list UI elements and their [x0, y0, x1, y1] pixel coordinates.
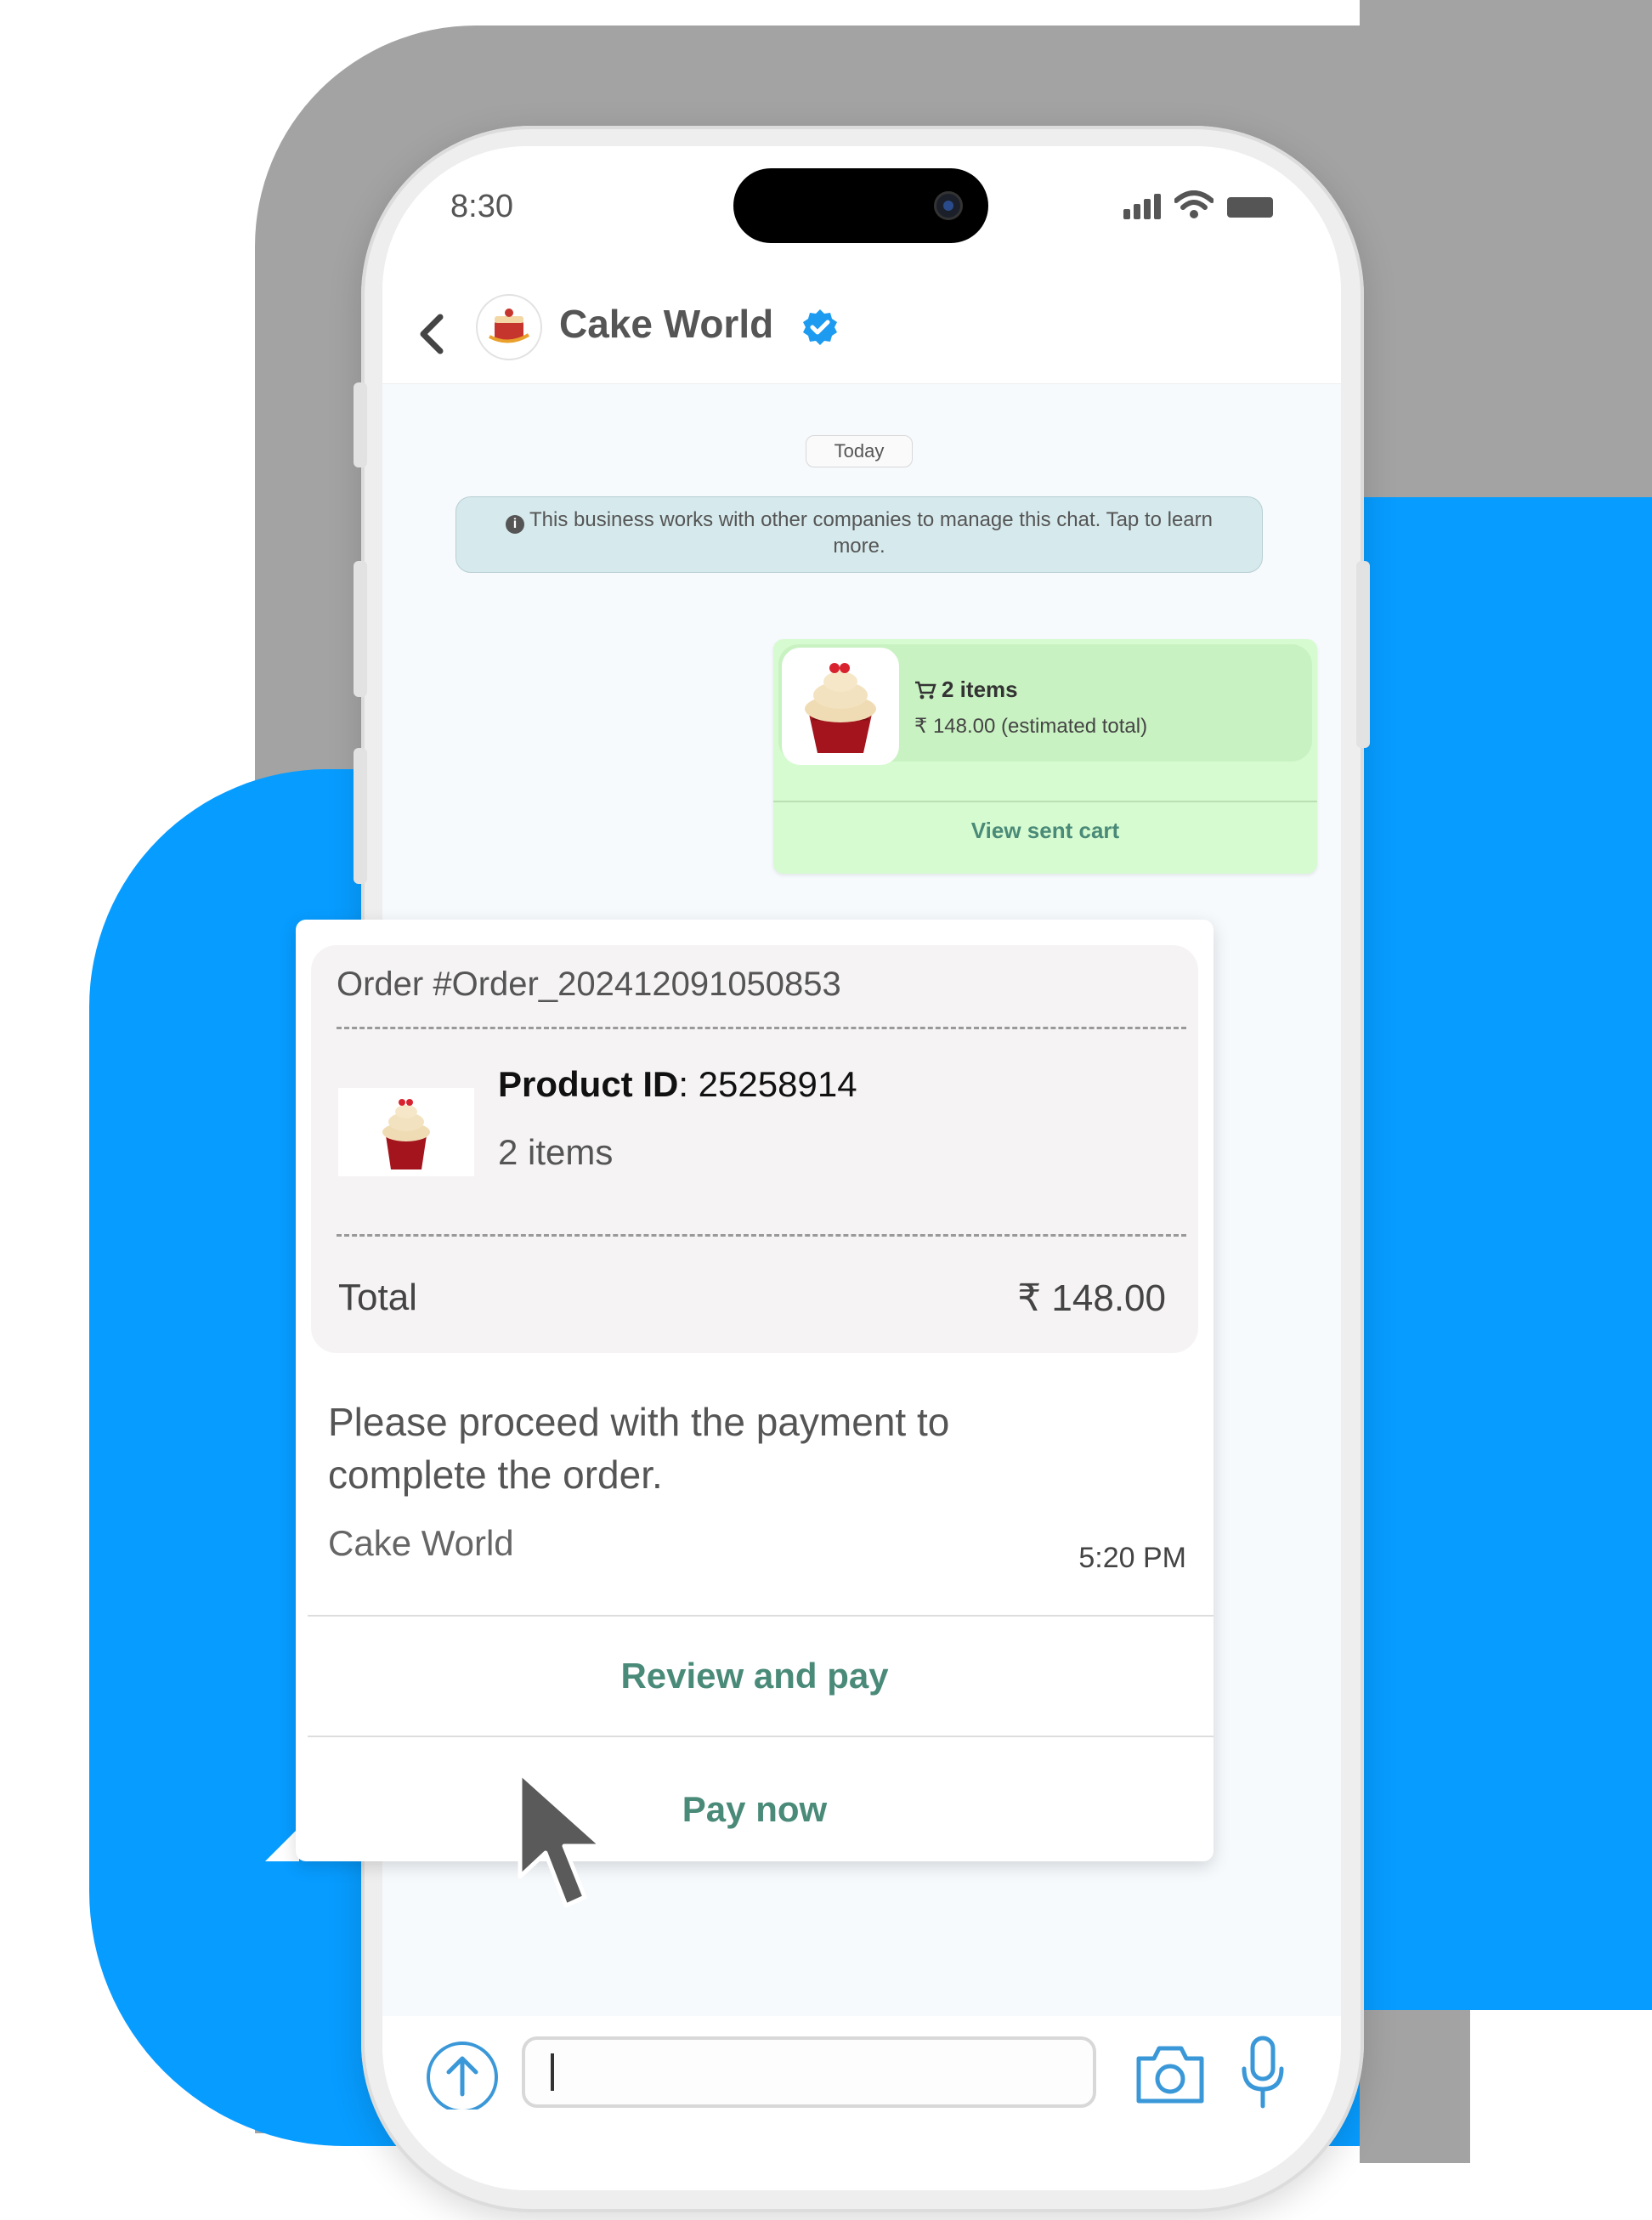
product-items-count: 2 items [498, 1132, 614, 1172]
backdrop-blue-right [1360, 497, 1652, 2010]
verified-badge-icon [803, 309, 837, 345]
cart-icon [915, 681, 936, 699]
cupcake-thumbnail [782, 648, 899, 765]
backdrop-gray-right [1360, 0, 1652, 497]
order-number: Order #Order_202412091050853 [337, 966, 841, 1003]
cart-price: ₹ 148.00 (estimated total) [914, 715, 1148, 738]
camera-lens-icon [934, 191, 963, 220]
pay-now-button[interactable]: Pay now [296, 1737, 1214, 1861]
payment-message: Please proceed with the payment to compl… [328, 1400, 950, 1497]
chat-title: Cake World [559, 302, 774, 346]
status-time: 8:30 [450, 189, 513, 224]
cart-divider [773, 801, 1317, 802]
product-id: Product ID: 25258914 [498, 1064, 857, 1105]
text-caret [551, 2053, 554, 2091]
total-label: Total [338, 1277, 417, 1318]
info-icon: i [506, 515, 525, 534]
back-chevron-icon[interactable] [415, 312, 457, 354]
cart-items-count: 2 items [914, 677, 1018, 703]
message-time: 5:20 PM [1078, 1542, 1186, 1574]
view-sent-cart-link[interactable]: View sent cart [773, 818, 1317, 844]
review-and-pay-button[interactable]: Review and pay [296, 1617, 1214, 1736]
chat-header: Cake World [382, 282, 1341, 384]
message-sender: Cake World [328, 1523, 514, 1563]
signal-icon [1123, 194, 1161, 219]
camera-icon[interactable] [1134, 2040, 1207, 2108]
product-image [338, 1088, 474, 1176]
side-button [1356, 561, 1370, 748]
backdrop-gray-bottom [1360, 2010, 1470, 2163]
order-card: Order #Order_202412091050853 Product ID:… [296, 920, 1214, 1861]
side-button [354, 382, 367, 467]
product-id-label: Product ID [498, 1064, 679, 1104]
avatar[interactable] [476, 294, 542, 360]
total-value: ₹ 148.00 [1017, 1277, 1166, 1319]
dashed-divider [337, 1027, 1186, 1029]
cart-summary[interactable]: 2 items ₹ 148.00 (estimated total) [778, 644, 1312, 765]
dashed-divider [337, 1234, 1186, 1237]
dynamic-island [733, 168, 988, 243]
business-notice[interactable]: i This business works with other companie… [455, 496, 1263, 573]
side-button [354, 561, 367, 697]
home-area [382, 2110, 1341, 2190]
product-id-value: : 25258914 [678, 1064, 857, 1104]
status-bar: 8:30 [382, 146, 1341, 282]
business-notice-text: This business works with other companies… [529, 508, 1213, 558]
cart-items-text: 2 items [942, 677, 1018, 702]
wifi-icon [1174, 190, 1214, 218]
date-chip: Today [806, 435, 913, 467]
mouse-pointer-icon [518, 1770, 604, 1908]
sent-cart-bubble: 2 items ₹ 148.00 (estimated total) View … [773, 639, 1317, 874]
battery-icon [1227, 197, 1273, 218]
upload-arrow-icon[interactable] [427, 2042, 498, 2113]
order-summary[interactable]: Order #Order_202412091050853 Product ID:… [311, 945, 1198, 1353]
side-button [354, 748, 367, 884]
microphone-icon[interactable] [1237, 2035, 1288, 2111]
message-input[interactable] [522, 2036, 1096, 2108]
